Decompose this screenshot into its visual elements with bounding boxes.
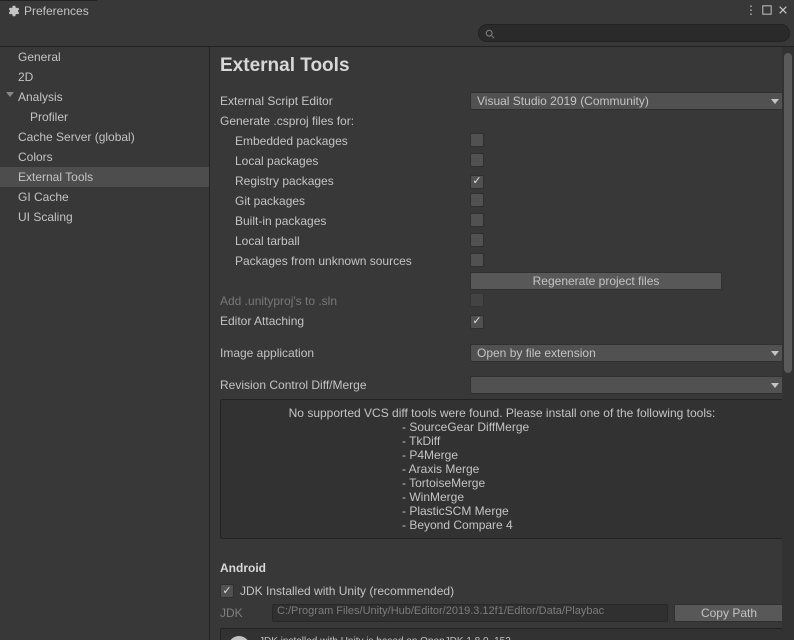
search-row (0, 20, 794, 47)
vcs-tool: - Araxis Merge (402, 462, 602, 476)
vcs-tool: - P4Merge (402, 448, 602, 462)
csproj-git-checkbox[interactable] (470, 193, 484, 207)
jdk-installed-label: JDK Installed with Unity (recommended) (240, 584, 454, 598)
add-unityproj-label: Add .unityproj's to .sln (220, 294, 470, 308)
scrollbar[interactable] (782, 47, 794, 640)
revision-control-label: Revision Control Diff/Merge (220, 378, 470, 392)
vcs-tool: - WinMerge (402, 490, 602, 504)
jdk-info-line1: JDK installed with Unity is based on Ope… (259, 635, 586, 640)
csproj-registry-checkbox[interactable] (470, 175, 484, 189)
info-icon (227, 635, 251, 640)
window-title: Preferences (24, 4, 89, 18)
add-unityproj-checkbox (470, 293, 484, 307)
sidebar-item-general[interactable]: General (0, 47, 209, 67)
sidebar-item-cache-server[interactable]: Cache Server (global) (0, 127, 209, 147)
revision-control-dropdown[interactable] (470, 376, 784, 394)
gear-icon (8, 5, 20, 17)
maximize-icon[interactable] (760, 3, 774, 17)
csproj-tarball-label: Local tarball (220, 234, 470, 248)
chevron-down-icon (771, 383, 779, 388)
sidebar: General 2D Analysis Profiler Cache Serve… (0, 47, 210, 640)
csproj-registry-label: Registry packages (220, 174, 470, 188)
window-tab[interactable]: Preferences (0, 0, 97, 20)
sidebar-item-ui-scaling[interactable]: UI Scaling (0, 207, 209, 227)
content-panel: External Tools External Script Editor Vi… (210, 47, 794, 640)
editor-attaching-checkbox[interactable] (470, 315, 484, 329)
csproj-embedded-checkbox[interactable] (470, 133, 484, 147)
jdk-installed-checkbox[interactable] (220, 584, 234, 598)
script-editor-value: Visual Studio 2019 (Community) (477, 94, 649, 108)
chevron-down-icon (771, 351, 779, 356)
script-editor-dropdown[interactable]: Visual Studio 2019 (Community) (470, 92, 784, 110)
titlebar: Preferences ⋮ (0, 0, 794, 20)
sidebar-item-2d[interactable]: 2D (0, 67, 209, 87)
vcs-tool: - TkDiff (402, 434, 602, 448)
csproj-builtin-label: Built-in packages (220, 214, 470, 228)
vcs-warning-box: No supported VCS diff tools were found. … (220, 399, 784, 539)
copy-path-button[interactable]: Copy Path (674, 604, 784, 622)
sidebar-item-external-tools[interactable]: External Tools (0, 167, 209, 187)
jdk-label: JDK (220, 606, 266, 620)
page-title: External Tools (220, 55, 784, 77)
csproj-tarball-checkbox[interactable] (470, 233, 484, 247)
jdk-info-box: JDK installed with Unity is based on Ope… (220, 628, 784, 640)
csproj-git-label: Git packages (220, 194, 470, 208)
vcs-tool: - TortoiseMerge (402, 476, 602, 490)
csproj-unknown-label: Packages from unknown sources (220, 254, 470, 268)
csproj-local-label: Local packages (220, 154, 470, 168)
chevron-down-icon (771, 99, 779, 104)
search-input[interactable] (499, 27, 783, 39)
generate-csproj-label: Generate .csproj files for: (220, 114, 470, 128)
search-input-wrapper[interactable] (478, 24, 790, 42)
sidebar-item-profiler[interactable]: Profiler (0, 107, 209, 127)
sidebar-item-colors[interactable]: Colors (0, 147, 209, 167)
menu-icon[interactable]: ⋮ (744, 3, 758, 17)
csproj-unknown-checkbox[interactable] (470, 253, 484, 267)
sidebar-item-gi-cache[interactable]: GI Cache (0, 187, 209, 207)
script-editor-label: External Script Editor (220, 94, 470, 108)
jdk-path-input: C:/Program Files/Unity/Hub/Editor/2019.3… (272, 604, 668, 622)
close-icon[interactable] (776, 3, 790, 17)
vcs-warning-heading: No supported VCS diff tools were found. … (229, 406, 775, 420)
sidebar-item-analysis[interactable]: Analysis (0, 87, 209, 107)
editor-attaching-label: Editor Attaching (220, 314, 470, 328)
vcs-tool: - SourceGear DiffMerge (402, 420, 602, 434)
search-icon (485, 28, 495, 38)
csproj-builtin-checkbox[interactable] (470, 213, 484, 227)
scrollbar-thumb[interactable] (784, 53, 792, 373)
vcs-tool: - PlasticSCM Merge (402, 504, 602, 518)
csproj-local-checkbox[interactable] (470, 153, 484, 167)
csproj-embedded-label: Embedded packages (220, 134, 470, 148)
regenerate-button[interactable]: Regenerate project files (470, 272, 722, 290)
android-heading: Android (220, 561, 784, 575)
vcs-tool: - Beyond Compare 4 (402, 518, 602, 532)
image-app-dropdown[interactable]: Open by file extension (470, 344, 784, 362)
image-app-label: Image application (220, 346, 470, 360)
image-app-value: Open by file extension (477, 346, 596, 360)
